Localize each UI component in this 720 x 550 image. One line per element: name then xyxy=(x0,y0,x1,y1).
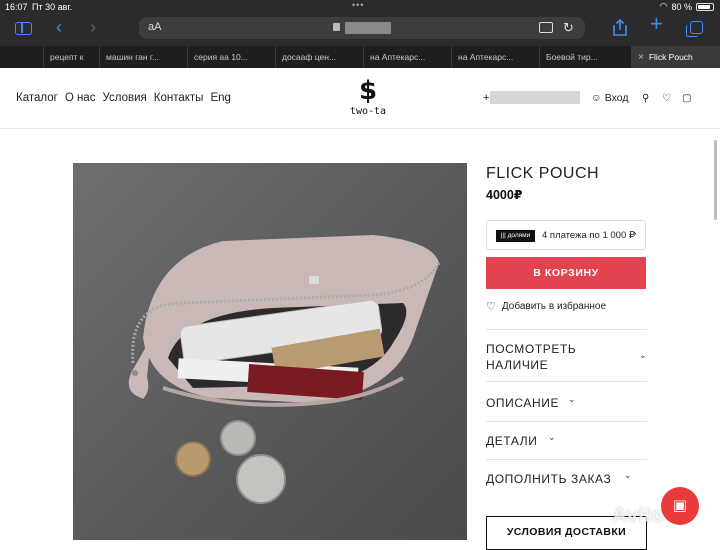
user-icon: ☺ xyxy=(591,92,602,104)
nav-link[interactable]: Каталог xyxy=(16,92,58,104)
add-to-favorites-link[interactable]: ♡ Добавить в избранное xyxy=(486,300,606,313)
phone-redacted xyxy=(490,91,581,104)
add-to-cart-button[interactable]: В КОРЗИНУ xyxy=(486,257,646,289)
battery-icon xyxy=(696,2,714,11)
browser-chrome: 16:07 Пт 30 авг. ••• ◠ 80 % ‹ › aA ↻ + xyxy=(0,0,720,46)
phone-number[interactable]: + xyxy=(483,91,581,104)
product-price: 4000₽ xyxy=(486,188,523,202)
sidebar-icon[interactable] xyxy=(15,22,32,35)
site-header: Каталог О нас Условия Контакты Eng $ two-ta … xyxy=(0,68,720,129)
status-right: ◠ 80 % xyxy=(660,1,714,12)
browser-tab[interactable]: Gрецепт к xyxy=(44,46,100,68)
accordion-description[interactable]: ОПИСАНИЕ ⌄ xyxy=(486,381,647,421)
browser-tab[interactable]: × Flick Pouch xyxy=(632,46,720,68)
tab-strip: Gрецепт кGмашин ган г...Gсерия аа 10...G… xyxy=(0,46,720,68)
nav-link[interactable]: Условия xyxy=(102,92,146,104)
accordion-label: ДОПОЛНИТЬ ЗАКАЗ xyxy=(486,472,612,486)
reader-mode-icon[interactable] xyxy=(539,22,553,33)
scrollbar[interactable] xyxy=(714,140,717,220)
status-bar: 16:07 Пт 30 авг. ••• ◠ 80 % xyxy=(0,0,720,14)
accordion-label: ПОСМОТРЕТЬ xyxy=(486,342,577,356)
dolyami-badge: ||| долями xyxy=(496,230,535,242)
logo-mark: $ xyxy=(358,76,378,106)
status-time: 16:07 xyxy=(5,2,28,12)
multitasking-dots-icon[interactable]: ••• xyxy=(352,0,364,10)
browser-tab[interactable]: Aна Аптекарс... xyxy=(364,46,452,68)
tab-title: рецепт к xyxy=(50,52,84,62)
favorites-label: Добавить в избранное xyxy=(501,301,607,312)
battery-percent: 80 % xyxy=(671,1,692,12)
reload-icon[interactable]: ↻ xyxy=(563,20,574,36)
bag-icon[interactable]: ▢ xyxy=(682,93,691,104)
nav-link[interactable]: О нас xyxy=(65,92,96,104)
chevron-right-icon: › xyxy=(633,228,637,240)
nav-link[interactable]: Eng xyxy=(210,92,230,104)
main-nav: Каталог О нас Условия Контакты Eng xyxy=(16,92,231,104)
product-title: FLICK POUCH xyxy=(486,165,600,182)
reader-options-button[interactable]: aA xyxy=(148,21,161,33)
tab-overview-icon[interactable] xyxy=(686,21,703,37)
tab-title: на Аптекарс... xyxy=(370,52,426,62)
tab-title: серия аа 10... xyxy=(194,52,248,62)
browser-tab[interactable]: Aна Аптекарс... xyxy=(452,46,540,68)
product-photo[interactable] xyxy=(73,163,467,540)
tab-title: на Аптекарс... xyxy=(458,52,514,62)
site-logo[interactable]: $ two-ta xyxy=(346,77,390,123)
metal-logo xyxy=(309,276,319,284)
phone-prefix: + xyxy=(483,91,490,104)
new-tab-icon[interactable]: + xyxy=(650,13,663,35)
tab-title: Боевой тир... xyxy=(546,52,598,62)
address-bar[interactable]: aA ↻ xyxy=(139,17,585,39)
browser-tab[interactable]: Gдосааф цен... xyxy=(276,46,364,68)
strap-rivet xyxy=(132,370,138,376)
status-date: Пт 30 авг. xyxy=(32,2,73,12)
back-icon[interactable]: ‹ xyxy=(56,18,62,36)
coin xyxy=(220,420,256,456)
avito-watermark: ▣ Avito xyxy=(612,487,720,540)
url-text-redacted xyxy=(345,22,391,34)
forward-icon[interactable]: › xyxy=(90,18,96,36)
chat-icon[interactable]: ▣ xyxy=(661,487,699,525)
chevron-down-icon: ⌄ xyxy=(568,394,577,404)
accordion-availability[interactable]: ПОСМОТРЕТЬ НАЛИЧИЕ ⌄ xyxy=(486,329,647,381)
strap xyxy=(128,338,151,399)
nav-link[interactable]: Контакты xyxy=(154,92,204,104)
accordion-label: ДЕТАЛИ xyxy=(486,434,538,448)
dolyami-text: 4 платежа по 1 000 ₽ xyxy=(542,230,635,241)
tab-title: Flick Pouch xyxy=(648,52,693,62)
browser-tab[interactable]: Gмашин ган г... xyxy=(100,46,188,68)
tab-title: машин ган г... xyxy=(106,52,160,62)
chevron-down-icon: ⌄ xyxy=(639,350,648,360)
share-icon[interactable] xyxy=(613,18,627,40)
watermark-text: Avito xyxy=(612,504,664,527)
browser-tab[interactable]: Gсерия аа 10... xyxy=(188,46,276,68)
login-link[interactable]: ☺ Вход xyxy=(591,92,629,104)
accordion-details[interactable]: ДЕТАЛИ ⌄ xyxy=(486,421,647,459)
coin xyxy=(236,454,286,504)
browser-tab[interactable] xyxy=(0,46,44,68)
heart-icon: ♡ xyxy=(486,301,496,313)
chevron-down-icon: ⌄ xyxy=(624,470,633,480)
coin xyxy=(175,441,211,477)
login-label: Вход xyxy=(604,92,629,104)
tab-title: досааф цен... xyxy=(282,52,337,62)
logo-wordmark: two-ta xyxy=(349,106,387,117)
heart-icon[interactable]: ♡ xyxy=(662,93,671,104)
accordion-label: ОПИСАНИЕ xyxy=(486,396,560,410)
chevron-down-icon: ⌄ xyxy=(548,432,557,442)
accordion-label-line2: НАЛИЧИЕ xyxy=(486,358,549,372)
dolyami-installments[interactable]: ||| долями 4 платежа по 1 000 ₽ › xyxy=(486,220,646,250)
close-tab-icon[interactable]: × xyxy=(638,52,644,63)
lock-icon xyxy=(333,23,340,31)
search-icon[interactable]: ⚲ xyxy=(642,93,649,104)
browser-tab[interactable]: BБоевой тир... xyxy=(540,46,632,68)
